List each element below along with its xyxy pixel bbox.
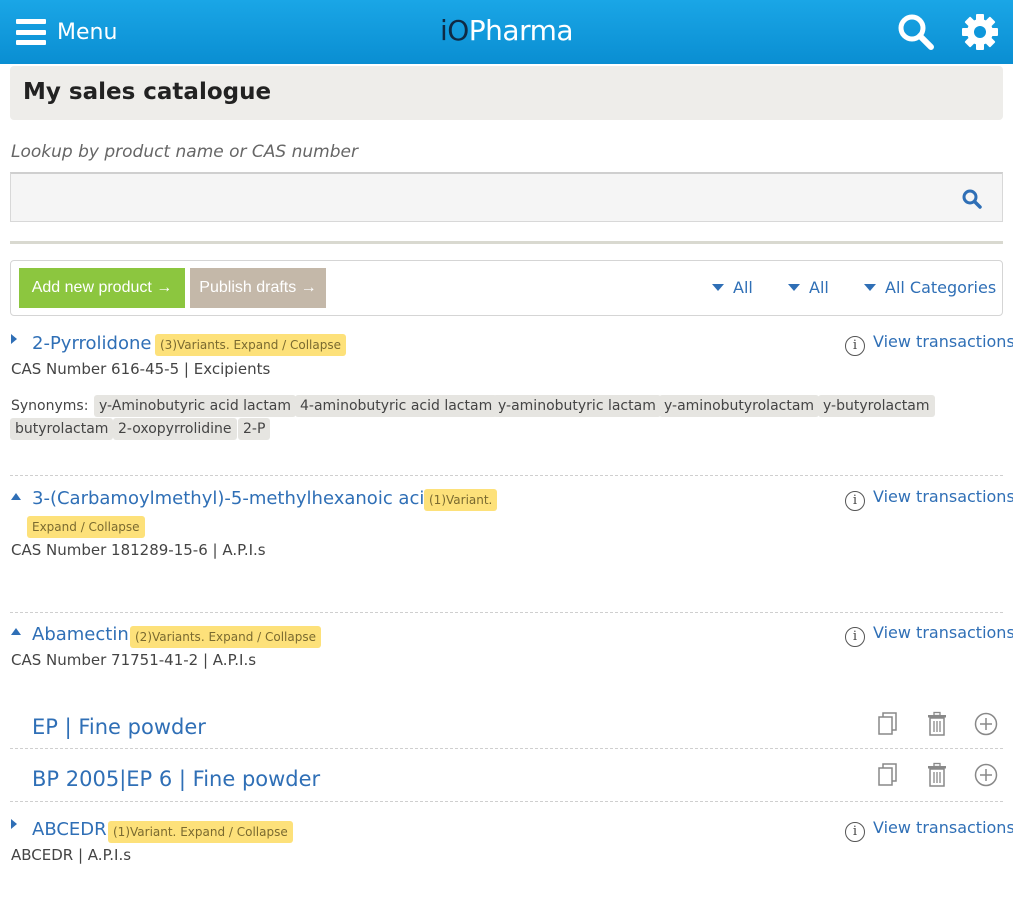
info-icon: i: [845, 336, 865, 356]
search-icon[interactable]: [896, 12, 936, 52]
product-divider: [10, 612, 1003, 613]
add-circle-icon[interactable]: [974, 762, 998, 788]
variant-divider: [10, 748, 1003, 749]
catalogue-toolbar: Add new product → Publish drafts → All A…: [10, 260, 1003, 316]
product-meta: CAS Number 616-45-5 | Excipients: [11, 360, 271, 378]
product-meta: ABCEDR | A.P.I.s: [11, 846, 132, 864]
caret-down-icon: [788, 284, 800, 291]
top-bar: Menu iOPharma: [0, 0, 1013, 64]
filter-2-value: All: [809, 278, 829, 297]
filter-dropdown-1[interactable]: All: [712, 278, 753, 297]
info-icon: i: [845, 627, 865, 647]
divider: [10, 241, 1003, 244]
product-name[interactable]: 2-Pyrrolidone: [32, 333, 151, 354]
add-new-product-button[interactable]: Add new product →: [19, 268, 185, 308]
page-title: My sales catalogue: [23, 79, 272, 105]
variants-badge[interactable]: (3)Variants. Expand / Collapse: [155, 334, 346, 356]
search-box: [10, 172, 1003, 222]
collapse-caret-icon[interactable]: [11, 493, 21, 500]
trash-icon[interactable]: [925, 762, 949, 788]
view-transactions-label: View transactions: [873, 623, 1013, 642]
lookup-label: Lookup by product name or CAS number: [11, 142, 358, 162]
gear-icon[interactable]: [960, 12, 1000, 52]
filter-1-value: All: [733, 278, 753, 297]
copy-icon[interactable]: [876, 711, 900, 737]
search-input[interactable]: [15, 178, 945, 218]
variants-badge-expand[interactable]: Expand / Collapse: [27, 516, 145, 538]
variant-name[interactable]: EP | Fine powder: [32, 715, 206, 739]
categories-value: All Categories: [885, 278, 997, 297]
synonym-chip: 4-aminobutyric acid lactam: [295, 395, 498, 417]
categories-dropdown[interactable]: All Categories: [864, 278, 996, 297]
product-name[interactable]: 3-(Carbamoylmethyl)-5-methylhexanoic aci…: [32, 488, 436, 509]
view-transactions-link[interactable]: i View transactions: [845, 623, 1013, 647]
info-icon: i: [845, 491, 865, 511]
view-transactions-link[interactable]: i View transactions: [845, 818, 1013, 842]
product-meta: CAS Number 71751-41-2 | A.P.I.s: [11, 651, 257, 669]
variants-badge[interactable]: (1)Variant. Expand / Collapse: [108, 821, 293, 843]
product-divider: [10, 801, 1003, 802]
brand-logo: iOPharma: [0, 14, 1013, 47]
brand-part-2: Pharma: [468, 14, 574, 47]
search-submit-icon[interactable]: [961, 188, 983, 210]
product-name[interactable]: Abamectin: [32, 624, 129, 645]
brand-part-1: iO: [439, 14, 469, 47]
synonym-chip: 2-oxopyrrolidine: [113, 418, 237, 440]
expand-caret-icon[interactable]: [11, 334, 17, 344]
synonyms-label: Synonyms:: [11, 398, 89, 414]
product-meta: CAS Number 181289-15-6 | A.P.I.s: [11, 541, 266, 559]
caret-down-icon: [864, 284, 876, 291]
synonym-chip: butyrolactam: [10, 418, 114, 440]
caret-down-icon: [712, 284, 724, 291]
variants-badge[interactable]: (2)Variants. Expand / Collapse: [130, 626, 321, 648]
page-title-bar: My sales catalogue: [10, 66, 1003, 120]
synonym-chip: y-butyrolactam: [818, 395, 935, 417]
synonym-chip: y-aminobutyrolactam: [659, 395, 820, 417]
trash-icon[interactable]: [925, 711, 949, 737]
info-icon: i: [845, 822, 865, 842]
copy-icon[interactable]: [876, 762, 900, 788]
filter-dropdown-2[interactable]: All: [788, 278, 829, 297]
view-transactions-label: View transactions: [873, 332, 1013, 351]
variants-badge[interactable]: (1)Variant.: [424, 489, 498, 511]
product-divider: [10, 475, 1003, 476]
synonym-chip: y-Aminobutyric acid lactam: [94, 395, 297, 417]
view-transactions-label: View transactions: [873, 487, 1013, 506]
view-transactions-link[interactable]: i View transactions: [845, 332, 1013, 356]
view-transactions-label: View transactions: [873, 818, 1013, 837]
synonym-chip: y-aminobutyric lactam: [493, 395, 661, 417]
add-circle-icon[interactable]: [974, 711, 998, 737]
expand-caret-icon[interactable]: [11, 819, 17, 829]
product-name[interactable]: ABCEDR: [32, 819, 107, 840]
view-transactions-link[interactable]: i View transactions: [845, 487, 1013, 511]
publish-drafts-button[interactable]: Publish drafts →: [190, 268, 326, 308]
synonym-chip: 2-P: [238, 418, 271, 440]
variant-name[interactable]: BP 2005|EP 6 | Fine powder: [32, 767, 320, 791]
collapse-caret-icon[interactable]: [11, 628, 21, 635]
